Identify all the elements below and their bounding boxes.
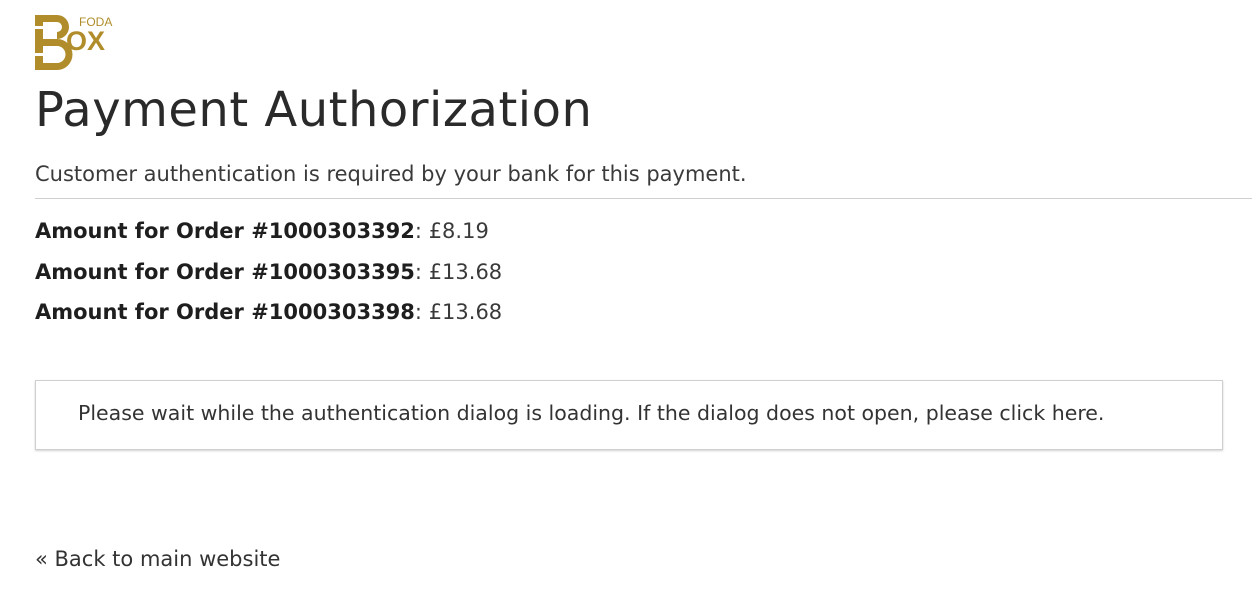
click-here-link[interactable]: click here (999, 401, 1098, 425)
notice-text: Please wait while the authentication dia… (78, 401, 1000, 425)
order-amount: £13.68 (428, 300, 503, 324)
order-amount-row: Amount for Order #1000303395: £13.68 (35, 256, 502, 297)
order-amount-row: Amount for Order #1000303392: £8.19 (35, 215, 502, 256)
order-label: Amount for Order #1000303398 (35, 300, 415, 324)
order-separator: : (414, 219, 429, 243)
order-label: Amount for Order #1000303392 (35, 219, 415, 243)
order-amount-row: Amount for Order #1000303398: £13.68 (35, 296, 502, 337)
order-amount: £13.68 (428, 259, 503, 284)
authentication-notice-box: Please wait while the authentication dia… (35, 380, 1223, 450)
payment-authorization-page: FODA OX Payment Authorization Customer a… (0, 0, 1252, 592)
order-amounts-list: Amount for Order #1000303392: £8.19 Amou… (35, 215, 502, 337)
logo-text-big: OX (66, 26, 105, 56)
notice-text-end: . (1097, 401, 1105, 425)
back-to-main-website-link[interactable]: « Back to main website (35, 547, 280, 571)
order-amount: £8.19 (428, 219, 489, 243)
order-separator: : (414, 300, 429, 324)
page-subtitle: Customer authentication is required by y… (35, 162, 747, 186)
page-title: Payment Authorization (35, 82, 593, 138)
authentication-notice: Please wait while the authentication dia… (78, 401, 1104, 425)
order-separator: : (414, 259, 429, 284)
fodabox-logo: FODA OX (35, 15, 112, 70)
divider (35, 198, 1252, 199)
order-label: Amount for Order #1000303395 (35, 259, 415, 284)
